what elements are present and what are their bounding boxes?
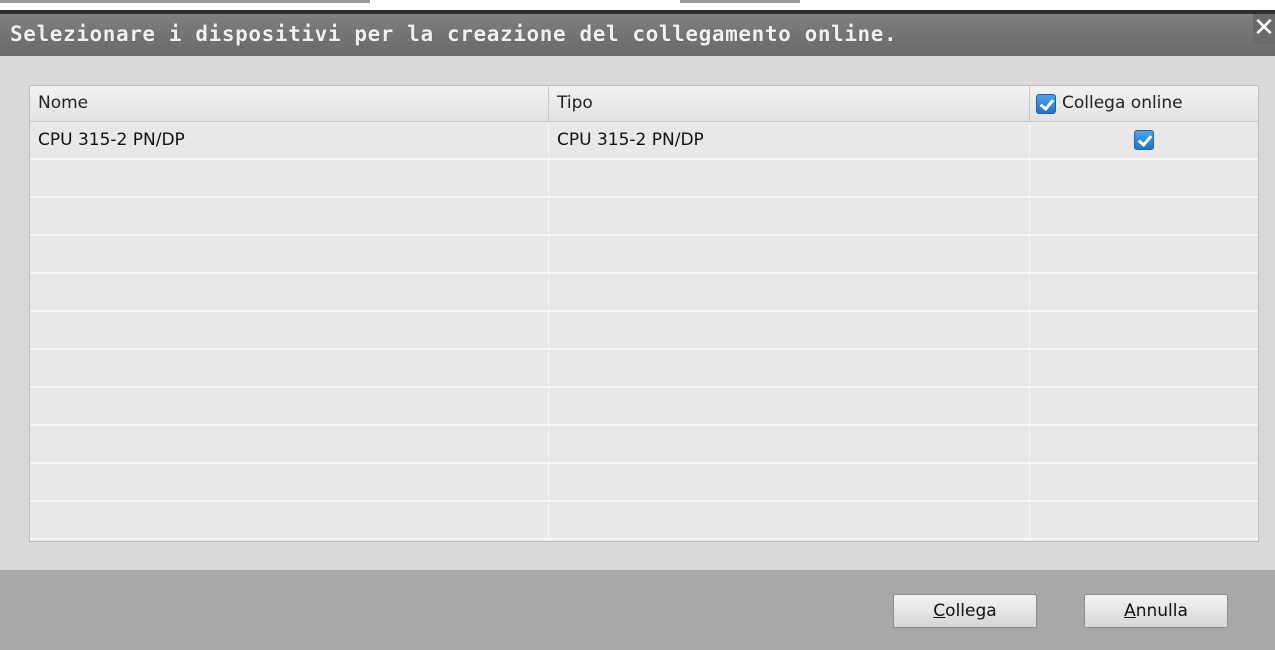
cell-nome — [30, 350, 549, 386]
dialog-title: Selezionare i dispositivi per la creazio… — [10, 22, 898, 46]
table-row[interactable] — [30, 312, 1258, 350]
devices-table: Nome Tipo Collega online CPU 315-2 PN/DP… — [29, 85, 1259, 542]
connect-online-checkbox[interactable] — [1134, 130, 1154, 150]
cell-nome — [30, 426, 549, 462]
cell-nome — [30, 312, 549, 348]
table-row[interactable] — [30, 198, 1258, 236]
cell-nome — [30, 236, 549, 272]
cell-collega-online — [1030, 274, 1258, 310]
cancel-mnemonic: A — [1124, 601, 1136, 621]
cell-tipo: CPU 315-2 PN/DP — [549, 122, 1030, 158]
table-row[interactable] — [30, 274, 1258, 312]
column-header-collega-online[interactable]: Collega online — [1030, 86, 1258, 121]
column-header-tipo[interactable]: Tipo — [549, 86, 1030, 121]
cell-tipo — [549, 350, 1030, 386]
background-fragment — [0, 0, 370, 3]
dialog-footer: Collega Annulla — [0, 570, 1275, 650]
table-row[interactable] — [30, 236, 1258, 274]
cell-nome — [30, 502, 549, 538]
table-row[interactable] — [30, 502, 1258, 540]
cell-tipo — [549, 502, 1030, 538]
column-header-nome[interactable]: Nome — [30, 86, 549, 121]
cancel-button[interactable]: Annulla — [1084, 594, 1228, 628]
cell-collega-online — [1030, 350, 1258, 386]
table-row[interactable] — [30, 426, 1258, 464]
select-all-checkbox[interactable] — [1036, 93, 1056, 114]
cell-tipo — [549, 464, 1030, 500]
background-window-strip — [0, 0, 1275, 14]
connect-label: ollega — [945, 601, 997, 621]
cell-collega-online — [1030, 160, 1258, 196]
cell-nome — [30, 464, 549, 500]
cell-tipo — [549, 274, 1030, 310]
cell-tipo — [549, 198, 1030, 234]
cell-tipo — [549, 160, 1030, 196]
table-body: CPU 315-2 PN/DP CPU 315-2 PN/DP — [30, 122, 1258, 540]
background-fragment — [680, 0, 800, 3]
table-row[interactable] — [30, 388, 1258, 426]
cell-nome: CPU 315-2 PN/DP — [30, 122, 549, 158]
cancel-label: nnulla — [1135, 601, 1188, 621]
cell-tipo — [549, 236, 1030, 272]
cell-nome — [30, 388, 549, 424]
dialog-titlebar: Selezionare i dispositivi per la creazio… — [0, 14, 1275, 56]
table-row[interactable] — [30, 160, 1258, 198]
table-header: Nome Tipo Collega online — [30, 86, 1258, 122]
cell-collega-online — [1030, 464, 1258, 500]
dialog-content: Nome Tipo Collega online CPU 315-2 PN/DP… — [0, 56, 1275, 570]
close-icon[interactable]: ✕ — [1253, 14, 1275, 44]
cell-collega-online — [1030, 198, 1258, 234]
table-row[interactable] — [30, 464, 1258, 502]
cell-collega-online — [1030, 122, 1258, 158]
table-row[interactable]: CPU 315-2 PN/DP CPU 315-2 PN/DP — [30, 122, 1258, 160]
column-header-label: Collega online — [1062, 93, 1183, 113]
cell-collega-online — [1030, 312, 1258, 348]
connect-button[interactable]: Collega — [893, 594, 1037, 628]
cell-tipo — [549, 312, 1030, 348]
cell-collega-online — [1030, 426, 1258, 462]
cell-nome — [30, 274, 549, 310]
cell-nome — [30, 198, 549, 234]
cell-nome — [30, 160, 549, 196]
cell-tipo — [549, 388, 1030, 424]
cell-collega-online — [1030, 236, 1258, 272]
cell-collega-online — [1030, 502, 1258, 538]
table-row[interactable] — [30, 350, 1258, 388]
cell-tipo — [549, 426, 1030, 462]
cell-collega-online — [1030, 388, 1258, 424]
connect-mnemonic: C — [933, 601, 946, 621]
